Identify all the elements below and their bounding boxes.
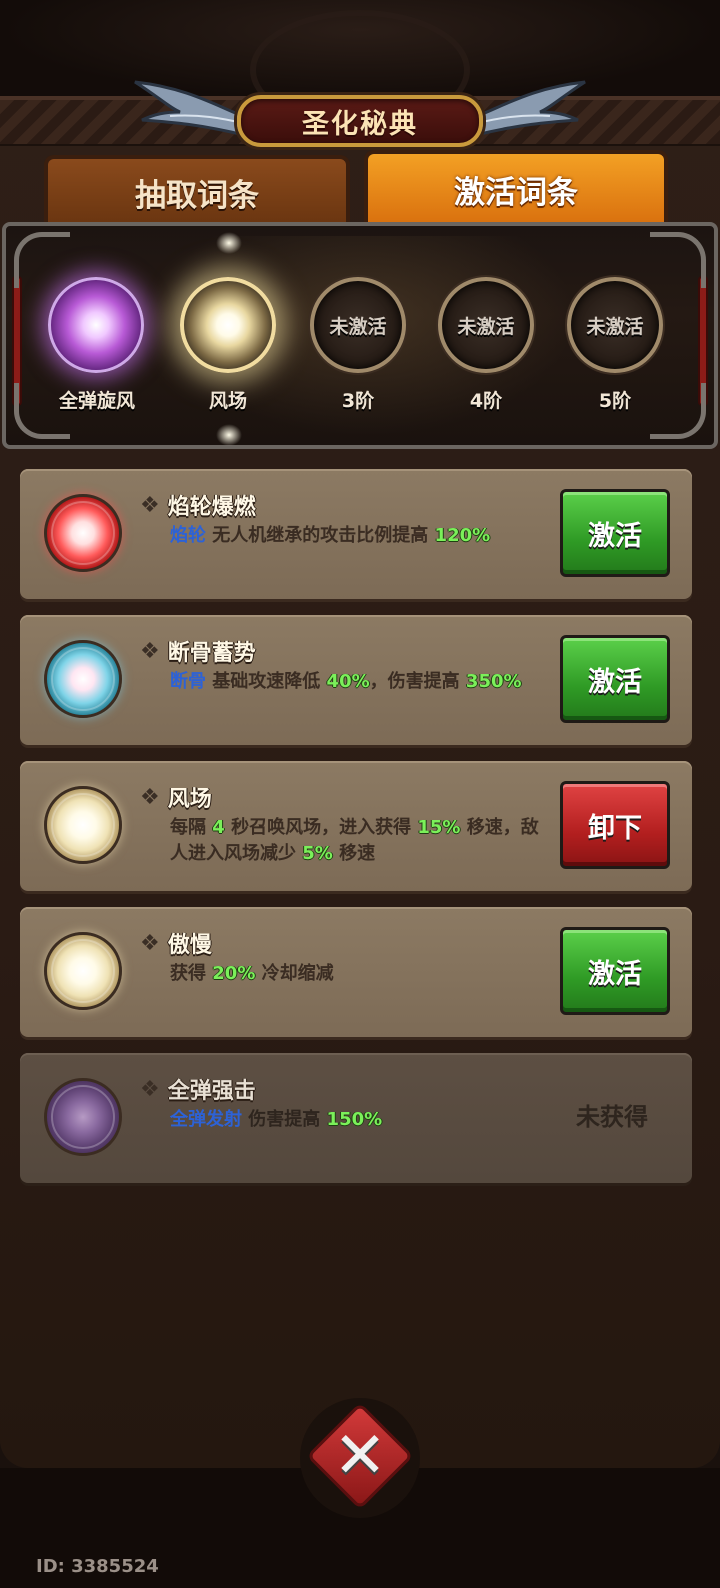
affix-card-4: ❖ 傲慢 获得 20% 冷却缩减 激活 <box>20 907 692 1037</box>
affix-title: 风场 <box>167 787 212 812</box>
desc-part: 40% <box>326 671 370 692</box>
diamond-bullet-icon: ❖ <box>140 492 160 518</box>
card-title-row: ❖ 焰轮爆燃 <box>140 489 256 521</box>
cream-orb-icon <box>44 786 122 864</box>
activate-button[interactable]: 激活 <box>560 489 670 577</box>
slot-1-label: 全弹旋风 <box>58 390 135 412</box>
desc-part: 全弹发射 <box>170 1109 242 1130</box>
slot-1-purple-orb-icon[interactable] <box>48 277 144 373</box>
diamond-bullet-icon: ❖ <box>140 638 160 664</box>
desc-part: 15% <box>417 817 461 838</box>
tab-activate-affix[interactable]: 激活词条 <box>364 150 668 225</box>
desc-part: ，伤害提高 <box>369 671 466 692</box>
slot-4-label: 4阶 <box>469 390 503 412</box>
desc-part: 350% <box>465 671 522 692</box>
affix-description: 获得 20% 冷却缩减 <box>170 961 550 987</box>
affix-title: 断骨蓄势 <box>167 641 256 666</box>
affix-title: 焰轮爆燃 <box>167 495 256 520</box>
affix-description: 断骨 基础攻速降低 40%，伤害提高 350% <box>170 669 550 695</box>
light-beam-bottom <box>216 424 242 446</box>
affix-title: 全弹强击 <box>167 1079 256 1104</box>
affix-card-2: ❖ 断骨蓄势 断骨 基础攻速降低 40%，伤害提高 350% 激活 <box>20 615 692 745</box>
card-title-row: ❖ 断骨蓄势 <box>140 635 256 667</box>
corner-ornament-tr <box>650 232 706 288</box>
not-obtained-status: 未获得 <box>576 1103 648 1131</box>
diamond-bullet-icon: ❖ <box>140 930 160 956</box>
affix-card-3: ❖ 风场 每隔 4 秒召唤风场，进入获得 15% 移速，敌人进入风场减少 5% … <box>20 761 692 891</box>
desc-part: 获得 <box>170 963 213 984</box>
card-title-row: ❖ 风场 <box>140 781 212 813</box>
affix-card-5: ❖ 全弹强击 全弹发射 伤害提高 150% 未获得 <box>20 1053 692 1183</box>
desc-part: 冷却缩减 <box>255 963 334 984</box>
diamond-bullet-icon: ❖ <box>140 1076 160 1102</box>
slot-3-label: 3阶 <box>341 390 375 412</box>
slot-3-status: 未激活 <box>329 315 387 338</box>
affix-description: 每隔 4 秒召唤风场，进入获得 15% 移速，敌人进入风场减少 5% 移速 <box>170 815 550 867</box>
page-title: 圣化秘典 <box>302 108 418 140</box>
cream-orb-icon <box>44 932 122 1010</box>
right-wing-icon <box>470 80 586 138</box>
cyan-orb-icon <box>44 640 122 718</box>
slot-5-empty[interactable]: 未激活 <box>567 277 663 373</box>
slot-5-label: 5阶 <box>598 390 632 412</box>
desc-part: 无人机继承的攻击比例提高 <box>206 525 435 546</box>
slot-4-status: 未激活 <box>457 315 515 338</box>
user-id: ID: 3385524 <box>36 1556 159 1577</box>
violet-orb-icon <box>44 1078 122 1156</box>
unequip-button[interactable]: 卸下 <box>560 781 670 869</box>
left-wing-icon <box>134 80 250 138</box>
slot-2-gold-orb-icon[interactable] <box>180 277 276 373</box>
desc-part: 每隔 <box>170 817 213 838</box>
card-title-row: ❖ 傲慢 <box>140 927 212 959</box>
activate-button[interactable]: 激活 <box>560 635 670 723</box>
desc-part: 5% <box>302 843 333 864</box>
card-title-row: ❖ 全弹强击 <box>140 1073 256 1105</box>
corner-ornament-tl <box>14 232 70 288</box>
activate-button[interactable]: 激活 <box>560 927 670 1015</box>
affix-card-1: ❖ 焰轮爆燃 焰轮 无人机继承的攻击比例提高 120% 激活 <box>20 469 692 599</box>
desc-part: 秒召唤风场，进入获得 <box>224 817 418 838</box>
desc-part: 150% <box>326 1109 383 1130</box>
desc-part: 4 <box>212 817 225 838</box>
desc-part: 20% <box>212 963 256 984</box>
affix-description: 全弹发射 伤害提高 150% <box>170 1107 550 1133</box>
slot-4-empty[interactable]: 未激活 <box>438 277 534 373</box>
red-orb-icon <box>44 494 122 572</box>
light-beam-top <box>216 232 242 254</box>
diamond-bullet-icon: ❖ <box>140 784 160 810</box>
desc-part: 基础攻速降低 <box>206 671 327 692</box>
slot-2-label: 风场 <box>208 390 247 412</box>
slot-3-empty[interactable]: 未激活 <box>310 277 406 373</box>
slot-5-status: 未激活 <box>586 315 644 338</box>
desc-part: 移速 <box>332 843 376 864</box>
affix-description: 焰轮 无人机继承的攻击比例提高 120% <box>170 523 550 549</box>
affix-title: 傲慢 <box>167 933 212 958</box>
desc-part: 断骨 <box>170 671 206 692</box>
desc-part: 120% <box>434 525 491 546</box>
tab-draw-affix[interactable]: 抽取词条 <box>44 155 350 225</box>
desc-part: 伤害提高 <box>242 1109 327 1130</box>
title-banner: 圣化秘典 <box>237 95 483 147</box>
desc-part: 焰轮 <box>170 525 206 546</box>
close-x-icon[interactable]: ✕ <box>322 1418 398 1494</box>
